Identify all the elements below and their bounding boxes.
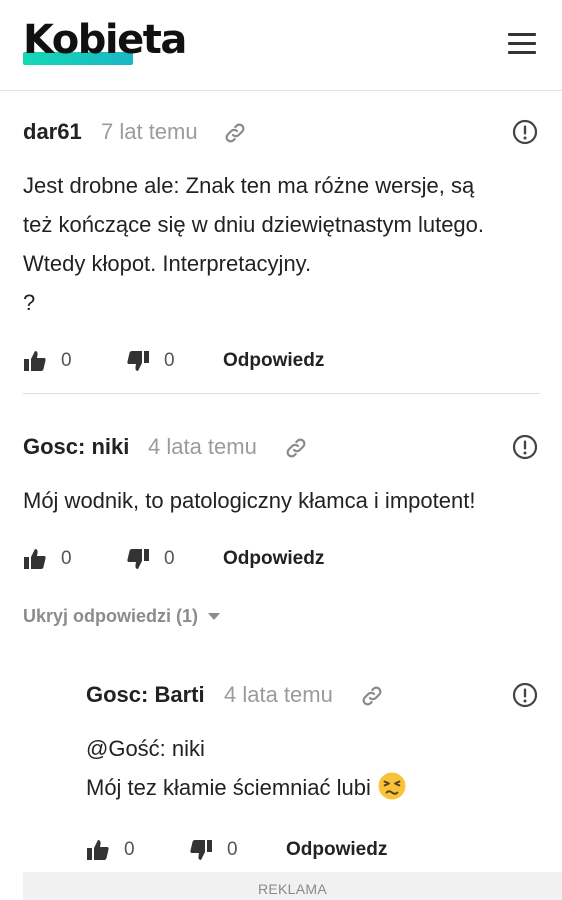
report-icon[interactable] (512, 434, 538, 460)
persevering-face-emoji-icon (378, 772, 406, 800)
comment-body-line: Wtedy kłopot. Interpretacyjny. (23, 251, 312, 276)
dislike-button[interactable]: 0 (126, 544, 175, 574)
comment-time: 4 lata temu (148, 434, 257, 459)
comment-header: Gosc: niki 4 lata temu (23, 432, 540, 462)
hamburger-menu-icon[interactable] (506, 33, 538, 55)
like-button[interactable]: 0 (23, 346, 72, 376)
thumbs-down-icon (190, 840, 212, 860)
site-header: Kobieta (0, 0, 562, 91)
thumbs-up-icon (24, 549, 46, 569)
comment-body-text: Mój tez kłamie ściemniać lubi (86, 775, 371, 800)
reply-button[interactable]: Odpowiedz (223, 346, 324, 376)
hide-replies-toggle[interactable]: Ukryj odpowiedzi (1) (23, 603, 221, 629)
dislike-button[interactable]: 0 (126, 346, 175, 376)
comment-author[interactable]: Gosc: niki (23, 432, 129, 462)
like-button[interactable]: 0 (23, 544, 72, 574)
comment-time: 7 lat temu (101, 119, 198, 144)
link-icon[interactable] (284, 436, 308, 460)
comment-body: @Gość: niki Mój tez kłamie ściemniać lub… (86, 729, 540, 807)
comment-header: Gosc: Barti 4 lata temu (86, 680, 540, 710)
ad-label: REKLAMA (23, 872, 562, 900)
comment-body-line: @Gość: niki (86, 736, 205, 761)
comment-actions: 0 0 Odpowiedz (23, 544, 540, 574)
caret-down-icon (208, 612, 221, 620)
comment-actions: 0 0 Odpowiedz (86, 835, 540, 865)
like-count: 0 (61, 350, 72, 371)
comment-time: 4 lata temu (224, 682, 333, 707)
thumbs-down-icon (127, 549, 149, 569)
comment-body-line: Jest drobne ale: Znak ten ma różne wersj… (23, 173, 475, 198)
comment-author[interactable]: dar61 (23, 117, 82, 147)
comment-body-line: ? (23, 290, 36, 315)
comment-divider (23, 393, 540, 394)
dislike-count: 0 (164, 350, 175, 371)
dislike-button[interactable]: 0 (189, 835, 238, 865)
like-count: 0 (124, 839, 135, 860)
like-button[interactable]: 0 (86, 835, 135, 865)
dislike-count: 0 (227, 839, 238, 860)
logo-text: Kobieta (23, 17, 187, 63)
comment-body-line: Mój tez kłamie ściemniać lubi (86, 768, 540, 807)
thumbs-down-icon (127, 351, 149, 371)
reply-button[interactable]: Odpowiedz (286, 835, 387, 865)
reply-button[interactable]: Odpowiedz (223, 544, 324, 574)
reply-comment: Gosc: Barti 4 lata temu @Gość: niki Mój … (86, 680, 540, 865)
thumbs-up-icon (87, 840, 109, 860)
comment-body-line: Mój wodnik, to patologiczny kłamca i imp… (23, 488, 476, 513)
thumbs-up-icon (24, 351, 46, 371)
hide-replies-label: Ukryj odpowiedzi (1) (23, 605, 199, 626)
link-icon[interactable] (360, 684, 384, 708)
comment-body-line: też kończące się w dniu dziewiętnastym l… (23, 212, 485, 237)
comment: dar61 7 lat temu Jest drobne ale: Znak t… (23, 117, 540, 376)
comment-body: Jest drobne ale: Znak ten ma różne wersj… (23, 166, 540, 322)
dislike-count: 0 (164, 548, 175, 569)
link-icon[interactable] (223, 121, 247, 145)
report-icon[interactable] (512, 119, 538, 145)
like-count: 0 (61, 548, 72, 569)
comment: Gosc: niki 4 lata temu Mój wodnik, to pa… (23, 432, 540, 574)
comment-author[interactable]: Gosc: Barti (86, 680, 205, 710)
comment-header: dar61 7 lat temu (23, 117, 540, 147)
comment-actions: 0 0 Odpowiedz (23, 346, 540, 376)
comment-body: Mój wodnik, to patologiczny kłamca i imp… (23, 481, 540, 520)
report-icon[interactable] (512, 682, 538, 708)
